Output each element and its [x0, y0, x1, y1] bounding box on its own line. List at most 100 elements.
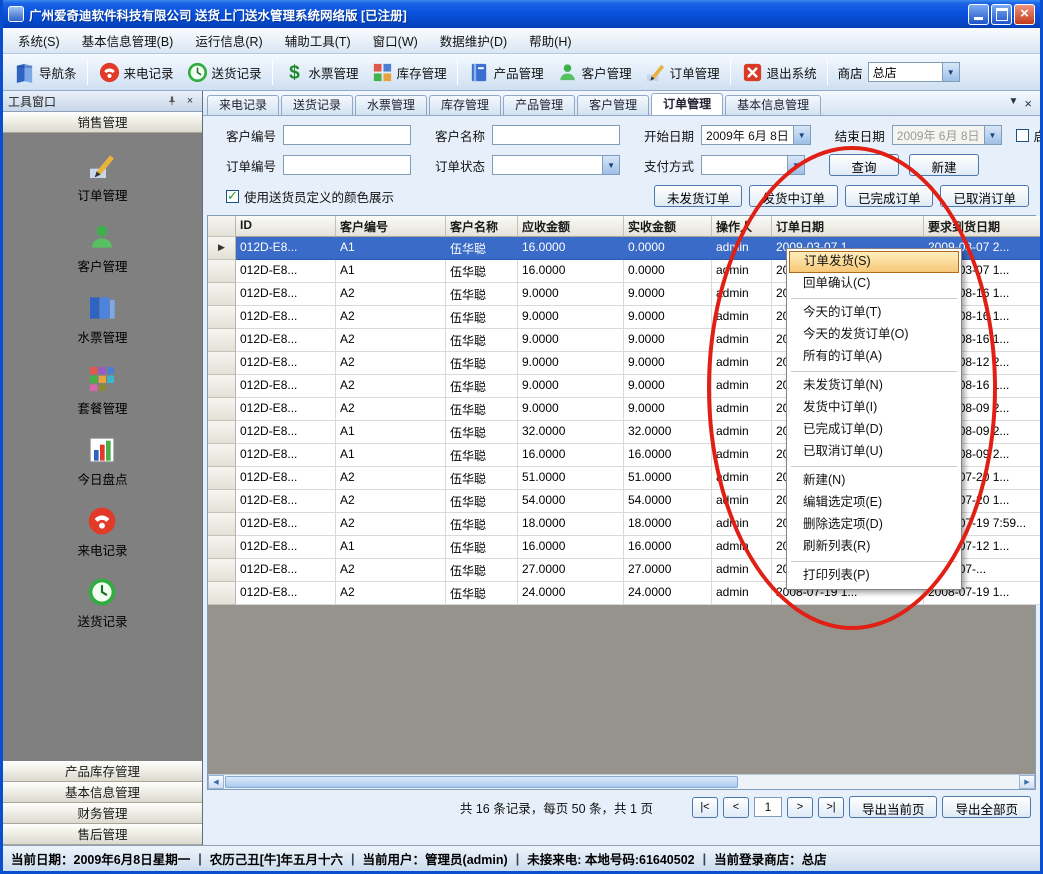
menubar-item[interactable]: 基本信息管理(B) — [71, 28, 185, 53]
toolbar-button[interactable]: 导航条 — [7, 57, 83, 88]
pay-method-select[interactable]: ▼ — [701, 155, 805, 175]
order-status-filter-button[interactable]: 未发货订单 — [654, 185, 743, 207]
query-button[interactable]: 查询 — [829, 154, 899, 176]
toolbar-button[interactable]: 送货记录 — [180, 57, 268, 88]
row-header[interactable] — [208, 352, 236, 375]
tab-item[interactable]: 来电记录 — [207, 95, 279, 115]
order-no-input[interactable] — [283, 155, 411, 175]
sidebar-group[interactable]: 售后管理 — [3, 824, 202, 845]
toolbar-button[interactable]: 库存管理 — [365, 57, 453, 88]
sidebar-item[interactable]: 客户管理 — [77, 221, 127, 275]
context-menu-item[interactable]: 已取消订单(U) — [789, 441, 959, 463]
sidebar-group[interactable]: 财务管理 — [3, 803, 202, 824]
sidebar-item[interactable]: 订单管理 — [77, 150, 127, 204]
order-status-filter-button[interactable]: 已完成订单 — [845, 185, 934, 207]
sidebar-item[interactable]: 套餐管理 — [77, 363, 127, 417]
sidebar-item[interactable]: 今日盘点 — [77, 434, 127, 488]
grid-column-header[interactable]: 实收金额 — [624, 216, 712, 237]
grid-column-header[interactable]: 应收金额 — [518, 216, 624, 237]
sidebar-group[interactable]: 基本信息管理 — [3, 782, 202, 803]
context-menu-item[interactable]: 新建(N) — [789, 470, 959, 492]
row-header[interactable] — [208, 421, 236, 444]
next-page-button[interactable]: > — [787, 797, 813, 818]
close-panel-icon[interactable]: × — [183, 94, 197, 108]
grid-column-header[interactable]: 操作人 — [712, 216, 772, 237]
row-header[interactable] — [208, 329, 236, 352]
tab-item[interactable]: 客户管理 — [577, 95, 649, 115]
close-tab-icon[interactable]: × — [1024, 96, 1032, 111]
chevron-down-icon[interactable]: ▼ — [942, 63, 959, 81]
export-all-pages-button[interactable]: 导出全部页 — [942, 796, 1031, 818]
horizontal-scrollbar[interactable]: ◀ ▶ — [208, 774, 1035, 789]
row-header[interactable]: ▶ — [208, 237, 236, 260]
sidebar-item[interactable]: 来电记录 — [77, 505, 127, 559]
sidebar-item[interactable]: 水票管理 — [77, 292, 127, 346]
grid-column-header[interactable]: ID — [236, 216, 336, 237]
title-bar[interactable]: 广州爱奇迪软件科技有限公司 送货上门送水管理系统网络版 [已注册] — [3, 0, 1040, 28]
page-number-input[interactable]: 1 — [754, 797, 782, 817]
sidebar-group-sales[interactable]: 销售管理 — [3, 112, 202, 133]
toolbar-button[interactable]: 产品管理 — [462, 57, 550, 88]
last-page-button[interactable]: >| — [818, 797, 844, 818]
toolbar-button[interactable]: 退出系统 — [735, 57, 823, 88]
grid-column-header[interactable]: 客户编号 — [336, 216, 446, 237]
order-status-select[interactable]: ▼ — [492, 155, 620, 175]
menubar-item[interactable]: 窗口(W) — [362, 28, 429, 53]
sidebar-item[interactable]: 送货记录 — [77, 576, 127, 630]
context-menu-item[interactable]: 今天的订单(T) — [789, 302, 959, 324]
pin-icon[interactable] — [165, 94, 179, 108]
order-status-filter-button[interactable]: 已取消订单 — [940, 185, 1029, 207]
context-menu-item[interactable]: 今天的发货订单(O) — [789, 324, 959, 346]
row-header[interactable] — [208, 260, 236, 283]
minimize-button[interactable] — [968, 4, 989, 25]
context-menu-item[interactable]: 打印列表(P) — [789, 565, 959, 587]
tab-item[interactable]: 送货记录 — [281, 95, 353, 115]
chevron-down-icon[interactable]: ▼ — [787, 156, 804, 174]
grid-column-header[interactable]: 订单日期 — [772, 216, 924, 237]
menubar-item[interactable]: 帮助(H) — [518, 28, 582, 53]
grid-column-header[interactable]: 要求到货日期 — [924, 216, 1043, 237]
maximize-button[interactable] — [991, 4, 1012, 25]
enable-checkbox[interactable] — [1016, 129, 1029, 142]
toolbar-button[interactable]: 来电记录 — [92, 57, 180, 88]
toolbar-button[interactable]: $水票管理 — [277, 57, 365, 88]
row-header[interactable] — [208, 306, 236, 329]
customer-no-input[interactable] — [283, 125, 411, 145]
tab-item[interactable]: 库存管理 — [429, 95, 501, 115]
tab-item[interactable]: 水票管理 — [355, 95, 427, 115]
start-date-picker[interactable]: 2009年 6月 8日 ▼ — [701, 125, 811, 145]
row-header[interactable] — [208, 283, 236, 306]
new-button[interactable]: 新建 — [909, 154, 979, 176]
row-header[interactable] — [208, 559, 236, 582]
chevron-down-icon[interactable]: ▼ — [602, 156, 619, 174]
context-menu-item[interactable]: 发货中订单(I) — [789, 397, 959, 419]
context-menu-item[interactable]: 回单确认(C) — [789, 273, 959, 295]
customer-name-input[interactable] — [492, 125, 620, 145]
menubar-item[interactable]: 系统(S) — [7, 28, 71, 53]
toolbar-button[interactable]: 订单管理 — [638, 57, 726, 88]
scroll-right-icon[interactable]: ▶ — [1019, 775, 1035, 789]
row-header[interactable] — [208, 582, 236, 605]
first-page-button[interactable]: |< — [692, 797, 718, 818]
row-header[interactable] — [208, 536, 236, 559]
menubar-item[interactable]: 数据维护(D) — [429, 28, 518, 53]
context-menu-item[interactable]: 所有的订单(A) — [789, 346, 959, 368]
color-checkbox-group[interactable]: 使用送货员定义的颜色展示 — [226, 187, 401, 206]
tab-item[interactable]: 基本信息管理 — [725, 95, 821, 115]
shop-select[interactable]: 总店 ▼ — [868, 62, 960, 82]
enable-checkbox-group[interactable]: 启用 — [1016, 126, 1043, 145]
order-status-filter-button[interactable]: 发货中订单 — [749, 185, 838, 207]
tab-active[interactable]: 订单管理 — [651, 93, 723, 115]
row-header[interactable] — [208, 467, 236, 490]
row-header[interactable] — [208, 375, 236, 398]
sidebar-group[interactable]: 产品库存管理 — [3, 761, 202, 782]
chevron-down-icon[interactable]: ▼ — [1009, 96, 1019, 111]
scroll-left-icon[interactable]: ◀ — [208, 775, 224, 789]
context-menu-item[interactable]: 已完成订单(D) — [789, 419, 959, 441]
row-header[interactable] — [208, 398, 236, 421]
menubar-item[interactable]: 辅助工具(T) — [274, 28, 362, 53]
context-menu-item[interactable]: 刷新列表(R) — [789, 536, 959, 558]
menubar-item[interactable]: 运行信息(R) — [184, 28, 273, 53]
toolbar-button[interactable]: 客户管理 — [550, 57, 638, 88]
context-menu-item[interactable]: 编辑选定项(E) — [789, 492, 959, 514]
